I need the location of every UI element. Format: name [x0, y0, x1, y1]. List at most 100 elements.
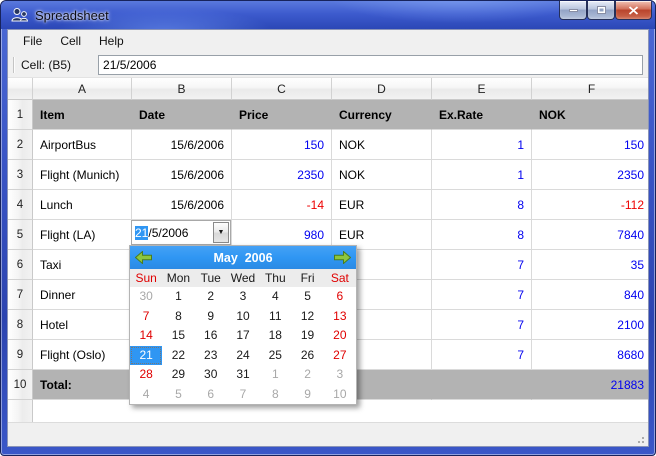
menu-help[interactable]: Help: [90, 31, 133, 51]
cell-F6[interactable]: 35: [532, 250, 648, 280]
column-header-f[interactable]: F: [532, 78, 648, 100]
calendar-day[interactable]: 28: [130, 365, 162, 385]
minimize-button[interactable]: [559, 1, 587, 20]
date-editor[interactable]: 21/5/2006 ▼: [131, 220, 231, 245]
calendar-day[interactable]: 15: [162, 326, 194, 346]
calendar-day[interactable]: 14: [130, 326, 162, 346]
cell-F7[interactable]: 840: [532, 280, 648, 310]
calendar-day[interactable]: 26: [291, 346, 323, 366]
calendar-day[interactable]: 6: [324, 287, 356, 307]
calendar-day[interactable]: 4: [130, 385, 162, 405]
calendar-day[interactable]: 24: [227, 346, 259, 366]
calendar-day[interactable]: 7: [130, 307, 162, 327]
row-header-1[interactable]: 1: [8, 100, 33, 130]
next-month-button[interactable]: [333, 251, 351, 265]
cell-E4[interactable]: 8: [432, 190, 532, 220]
cell-E1[interactable]: Ex.Rate: [432, 100, 532, 130]
calendar-day[interactable]: 10: [324, 385, 356, 405]
column-header-d[interactable]: D: [332, 78, 432, 100]
menu-cell[interactable]: Cell: [51, 31, 90, 51]
calendar-day[interactable]: 9: [291, 385, 323, 405]
row-header-8[interactable]: 8: [8, 310, 33, 340]
row-header-9[interactable]: 9: [8, 340, 33, 370]
calendar-day[interactable]: 13: [324, 307, 356, 327]
cell-F4[interactable]: -112: [532, 190, 648, 220]
cell-E7[interactable]: 7: [432, 280, 532, 310]
calendar-day[interactable]: 18: [259, 326, 291, 346]
row-header-2[interactable]: 2: [8, 130, 33, 160]
cell-D2[interactable]: NOK: [332, 130, 432, 160]
cell-E9[interactable]: 7: [432, 340, 532, 370]
calendar-day[interactable]: 12: [291, 307, 323, 327]
cell-F9[interactable]: 8680: [532, 340, 648, 370]
calendar-day[interactable]: 19: [291, 326, 323, 346]
row-header-5[interactable]: 5: [8, 220, 33, 250]
cell-A9[interactable]: Flight (Oslo): [33, 340, 132, 370]
close-button[interactable]: [615, 1, 652, 20]
cell-B3[interactable]: 15/6/2006: [132, 160, 232, 190]
cell-F2[interactable]: 150: [532, 130, 648, 160]
calendar-day[interactable]: 9: [195, 307, 227, 327]
cell-A8[interactable]: Hotel: [33, 310, 132, 340]
cell-E5[interactable]: 8: [432, 220, 532, 250]
cell-E8[interactable]: 7: [432, 310, 532, 340]
cell-C4[interactable]: -14: [232, 190, 332, 220]
cell-F1[interactable]: NOK: [532, 100, 648, 130]
calendar-day[interactable]: 20: [324, 326, 356, 346]
titlebar[interactable]: Spreadsheet: [1, 1, 655, 29]
calendar-day[interactable]: 31: [227, 365, 259, 385]
resize-grip[interactable]: [633, 431, 645, 443]
calendar-day[interactable]: 1: [259, 365, 291, 385]
row-header-10[interactable]: 10: [8, 370, 33, 400]
column-header-b[interactable]: B: [132, 78, 232, 100]
calendar-day[interactable]: 2: [195, 287, 227, 307]
calendar-day[interactable]: 25: [259, 346, 291, 366]
cell-A5[interactable]: Flight (LA): [33, 220, 132, 250]
calendar-day[interactable]: 27: [324, 346, 356, 366]
cell-A3[interactable]: Flight (Munich): [33, 160, 132, 190]
calendar-day[interactable]: 8: [259, 385, 291, 405]
cell-F10[interactable]: 21883: [532, 370, 648, 400]
cell-D4[interactable]: EUR: [332, 190, 432, 220]
cell-B4[interactable]: 15/6/2006: [132, 190, 232, 220]
calendar-day[interactable]: 29: [162, 365, 194, 385]
cell-A4[interactable]: Lunch: [33, 190, 132, 220]
cell-F5[interactable]: 7840: [532, 220, 648, 250]
menu-file[interactable]: File: [14, 31, 51, 51]
toolbar-handle[interactable]: [13, 56, 15, 73]
cell-A6[interactable]: Taxi: [33, 250, 132, 280]
prev-month-button[interactable]: [135, 251, 153, 265]
cell-E6[interactable]: 7: [432, 250, 532, 280]
calendar-day[interactable]: 30: [130, 287, 162, 307]
cell-A7[interactable]: Dinner: [33, 280, 132, 310]
row-header-6[interactable]: 6: [8, 250, 33, 280]
formula-input[interactable]: [98, 54, 643, 75]
calendar-day[interactable]: 23: [195, 346, 227, 366]
row-header-3[interactable]: 3: [8, 160, 33, 190]
cell-C1[interactable]: Price: [232, 100, 332, 130]
row-header-4[interactable]: 4: [8, 190, 33, 220]
calendar-dropdown-button[interactable]: ▼: [213, 222, 229, 243]
calendar-day[interactable]: 16: [195, 326, 227, 346]
cell-E2[interactable]: 1: [432, 130, 532, 160]
calendar-day[interactable]: 30: [195, 365, 227, 385]
calendar-day[interactable]: 17: [227, 326, 259, 346]
cell-E10[interactable]: [432, 370, 532, 400]
calendar-day[interactable]: 11: [259, 307, 291, 327]
calendar-day[interactable]: 22: [162, 346, 194, 366]
cell-A10[interactable]: Total:: [33, 370, 132, 400]
calendar-day[interactable]: 3: [227, 287, 259, 307]
calendar-day[interactable]: 1: [162, 287, 194, 307]
cell-C3[interactable]: 2350: [232, 160, 332, 190]
calendar-day[interactable]: 7: [227, 385, 259, 405]
calendar-day[interactable]: 3: [324, 365, 356, 385]
maximize-button[interactable]: [587, 1, 615, 20]
calendar-day[interactable]: 2: [291, 365, 323, 385]
row-header-7[interactable]: 7: [8, 280, 33, 310]
cell-A1[interactable]: Item: [33, 100, 132, 130]
cell-D1[interactable]: Currency: [332, 100, 432, 130]
calendar-day[interactable]: 6: [195, 385, 227, 405]
column-header-c[interactable]: C: [232, 78, 332, 100]
cell-E3[interactable]: 1: [432, 160, 532, 190]
corner-cell[interactable]: [8, 78, 33, 100]
